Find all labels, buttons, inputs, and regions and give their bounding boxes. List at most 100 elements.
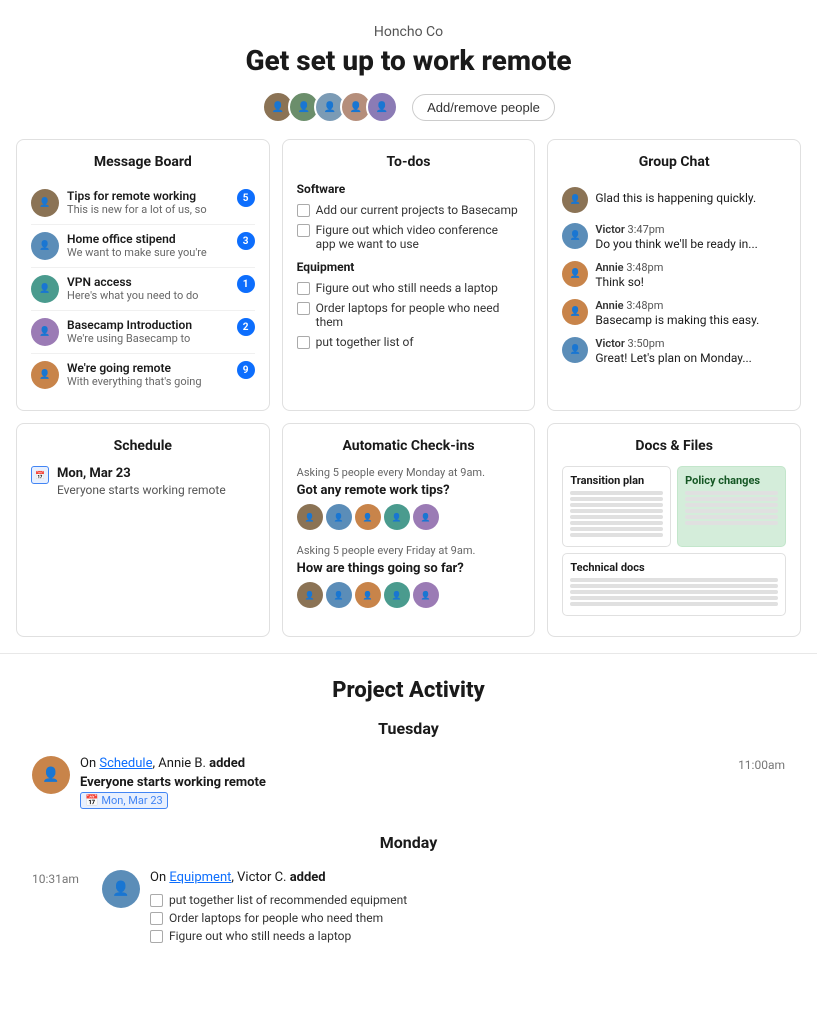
activity-todos: put together list of recommended equipme… <box>150 891 785 945</box>
todo-text: Figure out which video conference app we… <box>316 223 521 251</box>
activity-link[interactable]: Equipment <box>169 870 231 885</box>
doc-line <box>685 491 778 495</box>
todo-section-label: Software <box>297 182 521 196</box>
todo-text: Add our current projects to Basecamp <box>316 203 518 217</box>
chat-body: Annie 3:48pm Basecamp is making this eas… <box>595 299 786 327</box>
message-board-item[interactable]: 👤 Home office stipend We want to make su… <box>31 225 255 268</box>
chat-meta: Annie 3:48pm <box>595 261 786 274</box>
activity-days: Tuesday 👤 On Schedule, Annie B. added Ev… <box>16 719 801 953</box>
doc-line <box>570 497 663 501</box>
msg-badge: 3 <box>237 232 255 250</box>
todo-text: Figure out who still needs a laptop <box>316 281 498 295</box>
doc-line <box>570 596 778 600</box>
todos-title: To-dos <box>297 154 521 170</box>
checkins-card: Automatic Check-ins Asking 5 people ever… <box>282 423 536 637</box>
chat-text: Do you think we'll be ready in... <box>595 237 786 251</box>
doc-line <box>685 521 778 525</box>
activity-todo-item: put together list of recommended equipme… <box>150 891 785 909</box>
todo-checkbox[interactable] <box>297 282 310 295</box>
todo-item: Add our current projects to Basecamp <box>297 200 521 220</box>
avatar: 👤 <box>562 299 588 325</box>
todo-checkbox[interactable] <box>297 336 310 349</box>
doc-line <box>570 521 663 525</box>
todo-checkbox[interactable] <box>297 224 310 237</box>
doc-line <box>570 527 663 531</box>
checkin-question: Got any remote work tips? <box>297 483 521 498</box>
doc-line <box>570 509 663 513</box>
msg-badge: 1 <box>237 275 255 293</box>
message-board-item[interactable]: 👤 We're going remote With everything tha… <box>31 354 255 396</box>
checkin-item: Asking 5 people every Monday at 9am. Got… <box>297 466 521 530</box>
activity-desc: On Equipment, Victor C. added <box>150 870 785 885</box>
doc-line <box>570 491 663 495</box>
todos-card: To-dos Software Add our current projects … <box>282 139 536 411</box>
msg-sub: We're using Basecamp to <box>67 332 229 345</box>
avatar: 👤 <box>562 187 588 213</box>
chat-messages: 👤 Glad this is happening quickly. 👤 Vict… <box>562 182 786 370</box>
chat-meta: Victor 3:50pm <box>595 337 786 350</box>
todo-checkbox[interactable] <box>150 912 163 925</box>
activity-link[interactable]: Schedule <box>99 756 152 771</box>
checkin-asking: Asking 5 people every Friday at 9am. <box>297 544 521 557</box>
chat-body: Victor 3:50pm Great! Let's plan on Monda… <box>595 337 786 365</box>
schedule-event: 📅 Mon, Mar 23 Everyone starts working re… <box>31 466 255 497</box>
activity-row: 10:31am 👤 On Equipment, Victor C. added … <box>16 862 801 953</box>
activity-section: Project Activity Tuesday 👤 On Schedule, … <box>0 653 817 977</box>
activity-desc: On Schedule, Annie B. added <box>80 756 709 771</box>
avatar: 👤 <box>355 582 381 608</box>
todo-checkbox[interactable] <box>297 302 310 315</box>
msg-content: Basecamp Introduction We're using Baseca… <box>67 318 229 345</box>
doc-file-card[interactable]: Technical docs <box>562 553 786 616</box>
avatar: 👤 <box>413 582 439 608</box>
checkins-title: Automatic Check-ins <box>297 438 521 454</box>
activity-day-header: Monday <box>16 833 801 852</box>
doc-title: Technical docs <box>570 561 778 574</box>
doc-file-card[interactable]: Transition plan <box>562 466 671 547</box>
todo-item: Figure out who still needs a laptop <box>297 278 521 298</box>
checkin-avatars: 👤👤👤👤👤 <box>297 504 521 530</box>
msg-badge: 9 <box>237 361 255 379</box>
chat-text: Think so! <box>595 275 786 289</box>
doc-line <box>570 590 778 594</box>
message-board-item[interactable]: 👤 VPN access Here's what you need to do … <box>31 268 255 311</box>
msg-content: Home office stipend We want to make sure… <box>67 232 229 259</box>
todo-checkbox[interactable] <box>150 894 163 907</box>
todo-checkbox[interactable] <box>150 930 163 943</box>
chat-meta: Victor 3:47pm <box>595 223 786 236</box>
header: Honcho Co Get set up to work remote 👤 👤 … <box>0 0 817 139</box>
add-remove-people-button[interactable]: Add/remove people <box>412 94 555 121</box>
doc-file-card[interactable]: Policy changes <box>677 466 786 547</box>
avatar: 👤 <box>384 582 410 608</box>
todo-text: Order laptops for people who need them <box>169 911 383 925</box>
checkin-asking: Asking 5 people every Monday at 9am. <box>297 466 521 479</box>
message-board-item[interactable]: 👤 Tips for remote working This is new fo… <box>31 182 255 225</box>
group-chat-card: Group Chat 👤 Glad this is happening quic… <box>547 139 801 411</box>
doc-line <box>570 503 663 507</box>
todo-checkbox[interactable] <box>297 204 310 217</box>
docs-grid: Transition planPolicy changes Technical d… <box>562 466 786 616</box>
schedule-card: Schedule 📅 Mon, Mar 23 Everyone starts w… <box>16 423 270 637</box>
avatar: 👤 <box>297 504 323 530</box>
chat-text: Basecamp is making this easy. <box>595 313 786 327</box>
activity-todo-item: Figure out who still needs a laptop <box>150 927 785 945</box>
msg-title: Basecamp Introduction <box>67 318 229 332</box>
doc-line <box>685 503 778 507</box>
activity-left: 👤 On Schedule, Annie B. added Everyone s… <box>32 756 709 809</box>
todo-item: put together list of <box>297 332 521 352</box>
activity-item-title: Everyone starts working remote <box>80 775 266 790</box>
company-name: Honcho Co <box>20 24 797 40</box>
chat-message: 👤 Glad this is happening quickly. <box>562 182 786 218</box>
main-grid: Message Board 👤 Tips for remote working … <box>0 139 817 653</box>
message-board-list: 👤 Tips for remote working This is new fo… <box>31 182 255 396</box>
todo-item: Order laptops for people who need them <box>297 298 521 332</box>
todo-text: put together list of <box>316 335 414 349</box>
avatar: 👤 <box>366 91 398 123</box>
todo-text: put together list of recommended equipme… <box>169 893 407 907</box>
page-title: Get set up to work remote <box>20 44 797 77</box>
avatar-group: 👤 👤 👤 👤 👤 <box>262 91 398 123</box>
avatar: 👤 <box>32 756 70 794</box>
avatar: 👤 <box>562 261 588 287</box>
avatar: 👤 <box>562 337 588 363</box>
message-board-item[interactable]: 👤 Basecamp Introduction We're using Base… <box>31 311 255 354</box>
chat-message: 👤 Victor 3:47pm Do you think we'll be re… <box>562 218 786 256</box>
